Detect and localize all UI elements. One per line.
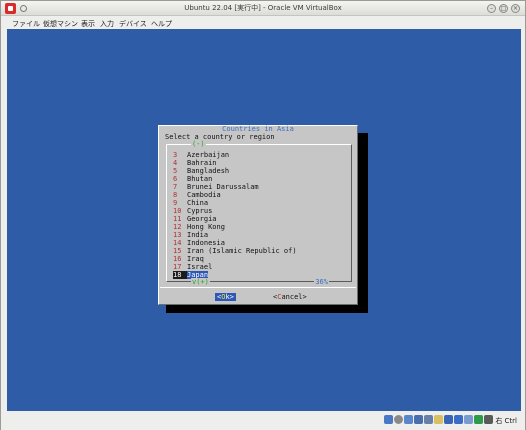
cpu-icon[interactable] (464, 415, 473, 424)
list-item-number: 17 (173, 263, 182, 271)
list-item[interactable]: 15 Iran (Islamic Republic of) (173, 247, 297, 255)
virtualbox-window: Ubuntu 22.04 [実行中] - Oracle VM VirtualBo… (0, 0, 526, 430)
list-item-label: Cyprus (187, 207, 213, 215)
list-item-label: Hong Kong (187, 223, 225, 231)
shared-folder-icon[interactable] (434, 415, 443, 424)
list-item-number: 6 (173, 175, 178, 183)
country-list[interactable]: (-) 3 Azerbaijan 4 Bahrain 5 Bangladesh 6 Bhuta… (166, 140, 352, 286)
list-item-number: 7 (173, 183, 178, 191)
menu-machine[interactable]: 仮想マシン (43, 19, 78, 29)
list-item-number: 16 (173, 255, 182, 263)
mouse-integration-icon[interactable] (474, 415, 483, 424)
display-icon[interactable] (444, 415, 453, 424)
list-item-number: 14 (173, 239, 182, 247)
list-item-label: India (187, 231, 209, 239)
list-item-label: Indonesia (187, 239, 225, 247)
button-separator (160, 287, 356, 288)
close-icon[interactable]: × (511, 4, 520, 13)
list-item-number: 3 (173, 151, 178, 159)
list-item-number: 10 (173, 207, 182, 215)
dialog-prompt: Select a country or region (165, 133, 275, 141)
list-item[interactable]: 6 Bhutan (173, 175, 212, 183)
list-item-label: Bhutan (187, 175, 213, 183)
list-item[interactable]: 17 Israel (173, 263, 212, 271)
list-item[interactable]: 16 Iraq (173, 255, 204, 263)
optical-drive-icon[interactable] (394, 415, 403, 424)
scroll-percent: 36% (314, 278, 329, 286)
list-item[interactable]: 3 Azerbaijan (173, 151, 229, 159)
title-bar[interactable]: Ubuntu 22.04 [実行中] - Oracle VM VirtualBo… (1, 1, 525, 16)
list-item[interactable]: 14 Indonesia (173, 239, 225, 247)
list-item[interactable]: 5 Bangladesh (173, 167, 229, 175)
list-item-number: 4 (173, 159, 178, 167)
menu-help[interactable]: ヘルプ (151, 19, 172, 29)
list-item[interactable]: 12 Hong Kong (173, 223, 225, 231)
list-item-number: 11 (173, 215, 182, 223)
list-item[interactable]: 9 China (173, 199, 208, 207)
cancel-button[interactable]: <Cancel> (273, 293, 307, 301)
audio-icon[interactable] (404, 415, 413, 424)
list-item-label: Bahrain (187, 159, 217, 167)
list-item-label: Cambodia (187, 191, 221, 199)
list-item[interactable]: 8 Cambodia (173, 191, 221, 199)
network-icon[interactable] (414, 415, 423, 424)
minimize-icon[interactable]: – (487, 4, 496, 13)
scroll-down-indicator: v(+) (191, 278, 210, 286)
list-item-number: 5 (173, 167, 178, 175)
hard-disk-icon[interactable] (384, 415, 393, 424)
list-item-label: China (187, 199, 209, 207)
list-item-label: Bangladesh (187, 167, 230, 175)
menu-view[interactable]: 表示 (81, 19, 95, 29)
usb-icon[interactable] (424, 415, 433, 424)
ok-button[interactable]: <Ok> (215, 293, 236, 301)
list-item-label: Iraq (187, 255, 204, 263)
country-select-dialog: Countries in Asia Select a country or re… (158, 125, 358, 305)
status-bar: 右 Ctrl (1, 411, 525, 430)
list-item-label: Israel (187, 263, 213, 271)
list-item-label: Iran (Islamic Republic of) (187, 247, 297, 255)
list-item[interactable]: 4 Bahrain (173, 159, 217, 167)
list-item-label: Azerbaijan (187, 151, 230, 159)
menu-file[interactable]: ファイル (12, 19, 40, 29)
menu-input[interactable]: 入力 (100, 19, 114, 29)
maximize-icon[interactable]: □ (499, 4, 508, 13)
scroll-up-indicator: (-) (191, 140, 206, 148)
list-item-number: 12 (173, 223, 182, 231)
dialog-title: Countries in Asia (222, 125, 294, 133)
list-item[interactable]: 10 Cyprus (173, 207, 212, 215)
menu-devices[interactable]: デバイス (119, 19, 147, 29)
list-item[interactable]: 11 Georgia (173, 215, 217, 223)
list-item[interactable]: 13 India (173, 231, 208, 239)
list-item-number: 9 (173, 199, 178, 207)
list-item[interactable]: 7 Brunei Darussalam (173, 183, 259, 191)
list-item-label: Georgia (187, 215, 217, 223)
keyboard-icon[interactable] (484, 415, 493, 424)
host-key-label: 右 Ctrl (495, 417, 517, 425)
list-item-number: 8 (173, 191, 178, 199)
list-item-number: 18 (173, 271, 187, 279)
recording-icon[interactable] (454, 415, 463, 424)
menu-bar: ファイル 仮想マシン 表示 入力 デバイス ヘルプ (1, 17, 525, 29)
list-item-number: 15 (173, 247, 182, 255)
list-item-number: 13 (173, 231, 182, 239)
window-title: Ubuntu 22.04 [実行中] - Oracle VM VirtualBo… (184, 4, 342, 12)
list-item-label: Brunei Darussalam (187, 183, 259, 191)
